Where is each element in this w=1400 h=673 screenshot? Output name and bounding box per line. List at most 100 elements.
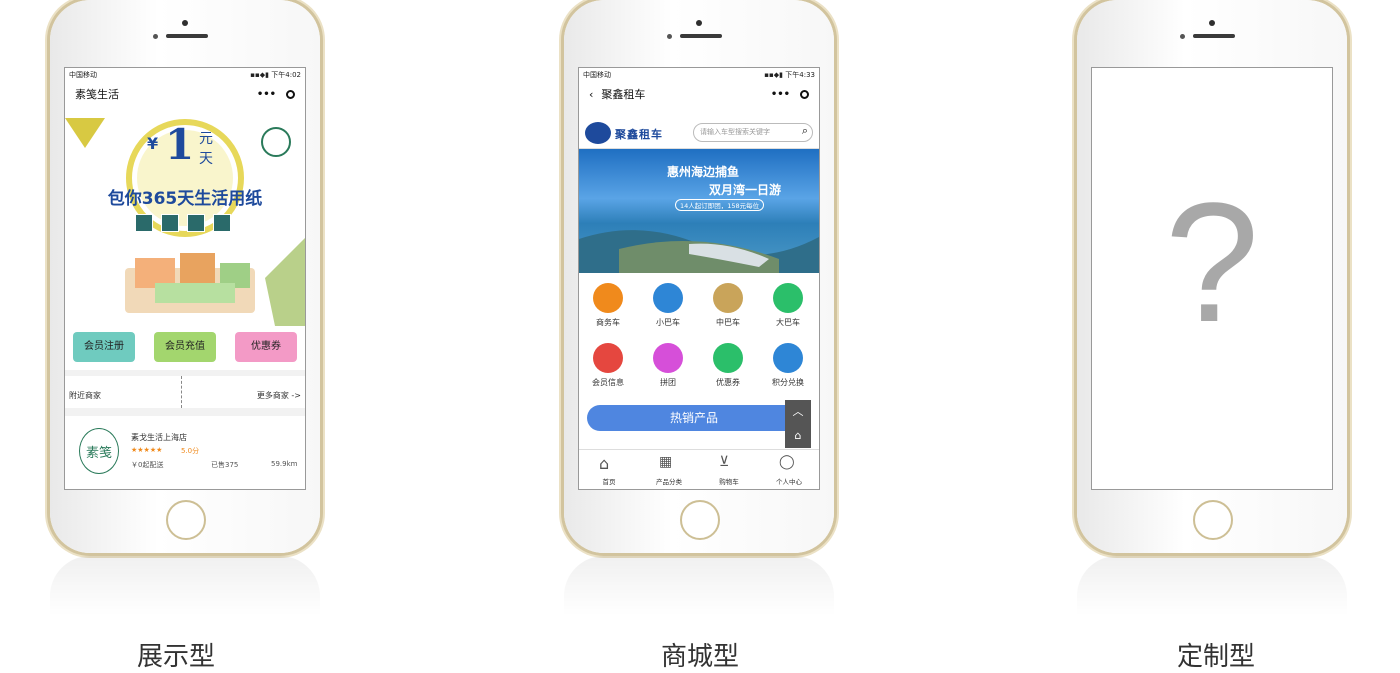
star-rating-icon: ★★★★★ bbox=[131, 446, 163, 454]
more-stores-link[interactable]: 更多商家 -> bbox=[257, 390, 301, 401]
midbus-icon[interactable] bbox=[713, 283, 743, 313]
banner-headline: 包你365天生活用纸 bbox=[107, 189, 263, 209]
banner-tag: 14人起订即团，158元每位 bbox=[675, 199, 765, 211]
tab-home[interactable]: 首页 bbox=[579, 476, 639, 486]
earpiece-speaker bbox=[680, 34, 722, 38]
back-to-top-icon[interactable]: ︿ bbox=[785, 400, 811, 424]
signal-icon: ▪▪◆▮ bbox=[250, 71, 270, 79]
category-label[interactable]: 商务车 bbox=[579, 317, 638, 328]
phone-mockup-custom: ? bbox=[1077, 0, 1347, 553]
front-camera bbox=[696, 20, 702, 26]
caption-custom-type: 定制型 bbox=[1176, 642, 1255, 672]
sensor-dot bbox=[1180, 34, 1185, 39]
float-tools: ︿ ⌂ bbox=[785, 400, 811, 448]
phone-screen: 中国移动 ▪▪◆▮ 下午4:33 ‹ 聚鑫租车 ••• 聚鑫租车 请输入车型搜索关… bbox=[578, 67, 820, 490]
phone-reflection bbox=[50, 556, 320, 616]
mini-program-navbar: 素笺生活 ••• bbox=[65, 82, 305, 106]
tab-profile[interactable]: 个人中心 bbox=[759, 476, 819, 486]
brand-search-bar: 聚鑫租车 请输入车型搜索关键字 ⌕ bbox=[579, 118, 819, 149]
promo-banner[interactable]: 惠州海边捕鱼 双月湾一日游 14人起订即团，158元每位 bbox=[579, 149, 819, 273]
banner-unit-bottom: 天 bbox=[199, 151, 213, 167]
store-logo: 素笺 bbox=[79, 428, 119, 474]
banner-currency: ¥ bbox=[147, 134, 159, 153]
banner-unit-top: 元 bbox=[199, 131, 213, 147]
points-icon[interactable] bbox=[773, 343, 803, 373]
coupon-button[interactable]: 优惠券 bbox=[235, 332, 297, 362]
car-icon[interactable] bbox=[593, 283, 623, 313]
category-label[interactable]: 优惠券 bbox=[698, 377, 758, 388]
store-list-item[interactable]: 素笺 素戈生活上海店 ★★★★★ 5.0分 ￥0起配送 已售375 59.9km bbox=[65, 416, 305, 489]
store-score: 5.0分 bbox=[181, 447, 200, 455]
signal-icon: ▪▪◆▮ bbox=[764, 71, 784, 79]
category-label[interactable]: 中巴车 bbox=[698, 317, 758, 328]
brand-logo-icon bbox=[585, 122, 611, 144]
user-tab-icon[interactable]: ◯ bbox=[779, 454, 795, 470]
search-input[interactable]: 请输入车型搜索关键字 ⌕ bbox=[693, 123, 813, 142]
question-mark-placeholder: ? bbox=[1164, 168, 1260, 358]
back-icon[interactable]: ‹ bbox=[589, 88, 593, 101]
brand-seal-icon bbox=[261, 127, 291, 157]
page-title: 素笺生活 bbox=[75, 88, 119, 101]
sensor-dot bbox=[153, 34, 158, 39]
more-icon[interactable]: ••• bbox=[257, 89, 276, 100]
more-icon[interactable]: ••• bbox=[771, 89, 790, 100]
search-icon[interactable]: ⌕ bbox=[802, 124, 808, 138]
min-delivery: ￥0起配送 bbox=[131, 461, 164, 469]
member-card-icon[interactable] bbox=[593, 343, 623, 373]
status-time: 下午4:33 bbox=[785, 71, 815, 79]
mini-program-navbar: ‹ 聚鑫租车 ••• bbox=[579, 82, 819, 106]
member-recharge-button[interactable]: 会员充值 bbox=[154, 332, 216, 362]
capsule-menu[interactable]: ••• bbox=[257, 89, 295, 100]
carrier-label: 中国移动 bbox=[69, 71, 97, 79]
carrier-label: 中国移动 bbox=[583, 71, 611, 79]
store-name: 素戈生活上海店 bbox=[131, 433, 187, 442]
member-register-button[interactable]: 会员注册 bbox=[73, 332, 135, 362]
nearby-label: 附近商家 bbox=[69, 391, 101, 400]
phone-mockup-shop: 中国移动 ▪▪◆▮ 下午4:33 ‹ 聚鑫租车 ••• 聚鑫租车 请输入车型搜索关… bbox=[564, 0, 834, 553]
coupon-icon[interactable] bbox=[713, 343, 743, 373]
home-tab-icon[interactable]: ⌂ bbox=[599, 454, 609, 473]
category-label[interactable]: 大巴车 bbox=[758, 317, 818, 328]
cart-tab-icon[interactable]: ⊻ bbox=[719, 454, 729, 470]
close-target-icon[interactable] bbox=[286, 89, 295, 99]
promo-banner[interactable]: ¥ 1 元 天 包你365天生活用纸 bbox=[65, 118, 305, 326]
badge-icon bbox=[187, 214, 205, 232]
banner-price: 1 bbox=[165, 120, 195, 169]
banner-line1: 惠州海边捕鱼 bbox=[667, 165, 740, 179]
status-bar: 中国移动 ▪▪◆▮ 下午4:33 bbox=[579, 68, 819, 82]
badge-icon bbox=[161, 214, 179, 232]
category-grid: 商务车 小巴车 中巴车 大巴车 会员信息 拼团 优惠券 积分兑换 bbox=[579, 273, 819, 398]
category-label[interactable]: 拼团 bbox=[638, 377, 698, 388]
search-placeholder: 请输入车型搜索关键字 bbox=[700, 128, 770, 136]
earpiece-speaker bbox=[1193, 34, 1235, 38]
vertical-divider bbox=[181, 376, 182, 408]
home-icon[interactable]: ⌂ bbox=[785, 424, 811, 448]
badge-icon bbox=[135, 214, 153, 232]
capsule-menu[interactable]: ••• bbox=[771, 89, 809, 100]
bigbus-icon[interactable] bbox=[773, 283, 803, 313]
home-button[interactable] bbox=[680, 500, 720, 540]
front-camera bbox=[182, 20, 188, 26]
tab-categories[interactable]: 产品分类 bbox=[639, 476, 699, 486]
category-label[interactable]: 小巴车 bbox=[638, 317, 698, 328]
group-buy-icon[interactable] bbox=[653, 343, 683, 373]
store-distance: 59.9km bbox=[271, 460, 298, 468]
home-button[interactable] bbox=[1193, 500, 1233, 540]
banner-line2: 双月湾一日游 bbox=[709, 183, 782, 197]
phone-screen: ? bbox=[1091, 67, 1333, 490]
category-label[interactable]: 会员信息 bbox=[579, 377, 638, 388]
page-title: 聚鑫租车 bbox=[601, 88, 646, 101]
tab-cart[interactable]: 购物车 bbox=[699, 476, 759, 486]
phone-screen: 中国移动 ▪▪◆▮ 下午4:02 素笺生活 ••• ¥ 1 元 天 包你365天… bbox=[64, 67, 306, 490]
phone-reflection bbox=[564, 556, 834, 616]
category-tab-icon[interactable]: ▦ bbox=[659, 454, 672, 470]
banner-badges bbox=[135, 214, 231, 232]
hot-products-header[interactable]: 热销产品 bbox=[587, 405, 801, 431]
minibus-icon[interactable] bbox=[653, 283, 683, 313]
phone-mockup-display: 中国移动 ▪▪◆▮ 下午4:02 素笺生活 ••• ¥ 1 元 天 包你365天… bbox=[50, 0, 320, 553]
category-label[interactable]: 积分兑换 bbox=[758, 377, 818, 388]
status-bar: 中国移动 ▪▪◆▮ 下午4:02 bbox=[65, 68, 305, 82]
home-button[interactable] bbox=[166, 500, 206, 540]
close-target-icon[interactable] bbox=[800, 89, 809, 99]
phone-reflection bbox=[1077, 556, 1347, 616]
